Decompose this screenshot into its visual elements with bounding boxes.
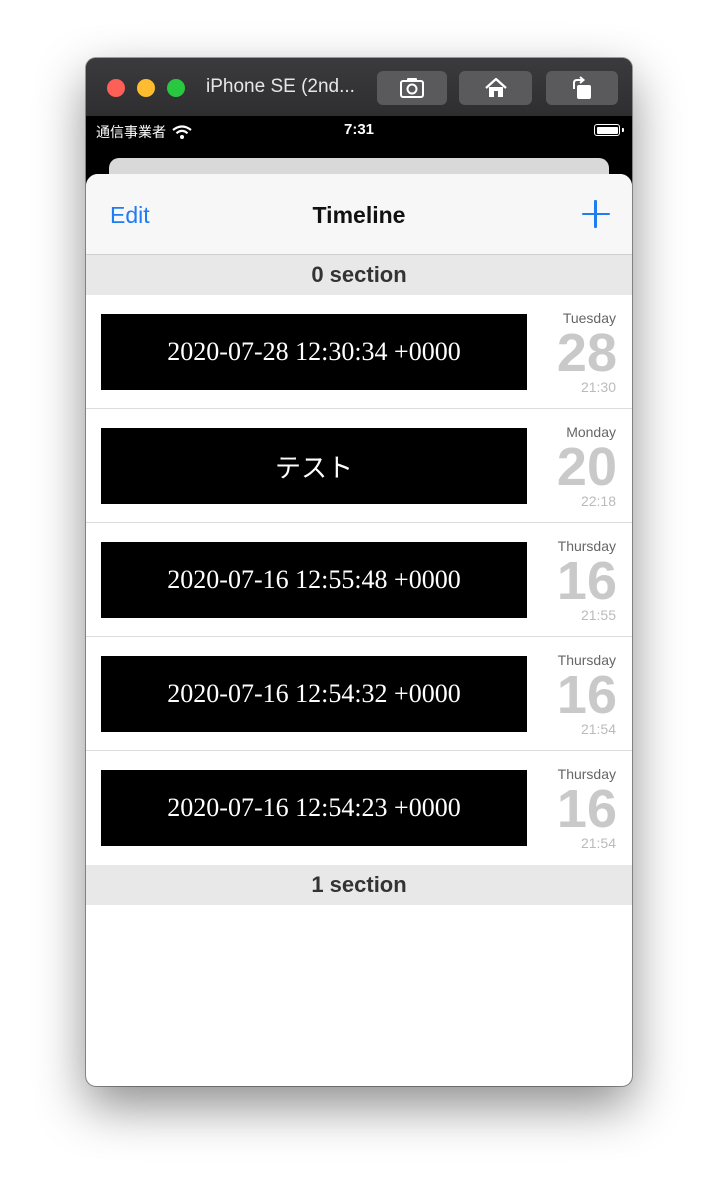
entry-card: テスト — [101, 428, 527, 504]
entry-time: 21:30 — [580, 379, 616, 395]
section-header: 1 section — [86, 865, 632, 905]
status-bar: 通信事業者 7:31 — [86, 116, 632, 146]
simulator-window: iPhone SE (2nd... 通信事業者 7:31 Edit Timeli… — [86, 58, 632, 1086]
rotate-icon — [573, 76, 591, 99]
entry-card: 2020-07-16 12:55:48 +0000 — [101, 542, 527, 618]
page-title: Timeline — [312, 202, 406, 228]
simulator-titlebar: iPhone SE (2nd... — [86, 58, 632, 117]
timeline-sheet: Edit Timeline 0 section 2020-07-28 12:30… — [86, 174, 632, 1086]
add-icon[interactable] — [582, 200, 610, 228]
entry-card: 2020-07-28 12:30:34 +0000 — [101, 314, 527, 390]
close-window-button[interactable] — [107, 79, 125, 97]
screenshot-icon — [400, 78, 424, 98]
entry-day: 16 — [556, 665, 617, 725]
home-icon — [484, 77, 507, 97]
section-header: 0 section — [86, 255, 632, 295]
timeline-row[interactable]: 2020-07-16 12:55:48 +0000 Thursday 16 21… — [86, 523, 632, 637]
entry-day: 16 — [556, 551, 617, 611]
minimize-window-button[interactable] — [137, 79, 155, 97]
entry-time: 22:18 — [580, 493, 616, 509]
entry-card: 2020-07-16 12:54:23 +0000 — [101, 770, 527, 846]
screenshot-button[interactable] — [377, 71, 447, 105]
timeline-row[interactable]: テスト Monday 20 22:18 — [86, 409, 632, 523]
navigation-bar: Edit Timeline — [86, 174, 632, 255]
timeline-row[interactable]: 2020-07-28 12:30:34 +0000 Tuesday 28 21:… — [86, 295, 632, 409]
window-title: iPhone SE (2nd... — [206, 76, 355, 97]
status-time: 7:31 — [343, 121, 375, 138]
entry-day: 16 — [556, 779, 617, 839]
entry-time: 21:55 — [580, 607, 616, 623]
timeline-row[interactable]: 2020-07-16 12:54:23 +0000 Thursday 16 21… — [86, 751, 632, 865]
timeline-row[interactable]: 2020-07-16 12:54:32 +0000 Thursday 16 21… — [86, 637, 632, 751]
entry-card: 2020-07-16 12:54:32 +0000 — [101, 656, 527, 732]
rotate-button[interactable] — [546, 71, 618, 105]
entry-day: 20 — [556, 437, 617, 497]
zoom-window-button[interactable] — [167, 79, 185, 97]
home-button[interactable] — [459, 71, 532, 105]
entry-day: 28 — [556, 323, 617, 383]
battery-icon — [594, 124, 624, 136]
entry-time: 21:54 — [580, 721, 616, 737]
entry-time: 21:54 — [580, 835, 616, 851]
